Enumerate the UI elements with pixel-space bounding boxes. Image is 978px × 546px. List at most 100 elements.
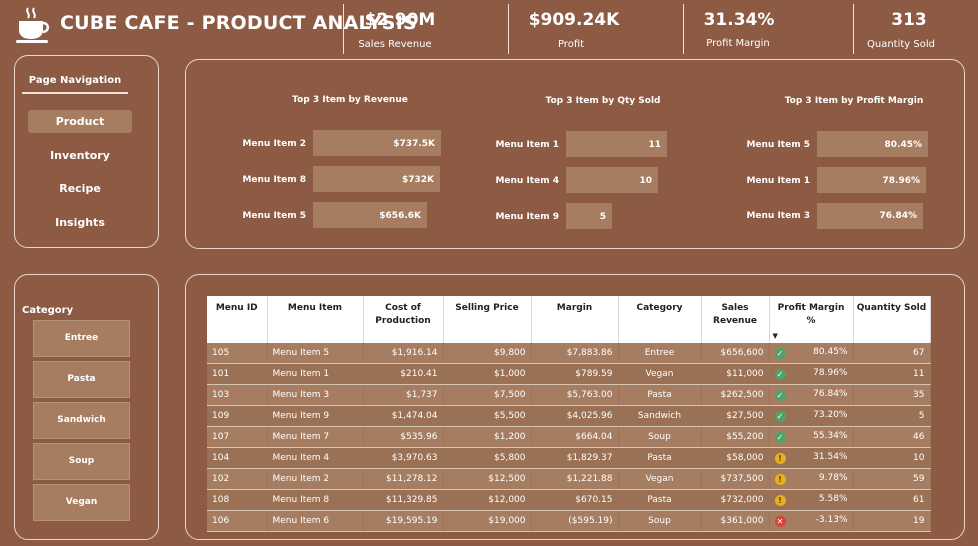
cell-menu-id: 105 bbox=[207, 343, 268, 364]
cell-menu-item: Menu Item 3 bbox=[267, 384, 364, 406]
category-pasta-button[interactable]: Pasta bbox=[33, 361, 130, 398]
table-row[interactable]: 104 Menu Item 4 $3,970.63 $5,800 $1,829.37 Pa… bbox=[207, 447, 931, 469]
cell-selling-price: $9,800 bbox=[443, 343, 532, 364]
header-divider bbox=[853, 4, 854, 54]
top3-margin-label: Menu Item 1 bbox=[746, 176, 810, 186]
category-vegan-button[interactable]: Vegan bbox=[33, 484, 130, 521]
exclamation-circle-icon: ! bbox=[774, 495, 786, 506]
category-entree-button[interactable]: Entree bbox=[33, 320, 130, 357]
nav-recipe-button[interactable]: Recipe bbox=[28, 177, 132, 200]
cell-margin: $670.15 bbox=[531, 489, 619, 511]
cell-selling-price: $12,000 bbox=[443, 489, 532, 511]
top3-qty-value: 10 bbox=[639, 176, 652, 186]
x-circle-icon: ✕ bbox=[774, 516, 786, 527]
column-header-profit-margin[interactable]: Profit Margin % ▼ bbox=[769, 296, 854, 343]
cell-category: Sandwich bbox=[618, 405, 702, 427]
table-row[interactable]: 107 Menu Item 7 $535.96 $1,200 $664.04 Soup $5… bbox=[207, 426, 931, 448]
cell-margin: $7,883.86 bbox=[531, 343, 619, 364]
cell-menu-id: 106 bbox=[207, 510, 268, 532]
cell-cost-of-production: $1,916.14 bbox=[363, 343, 444, 364]
cell-margin: $664.04 bbox=[531, 426, 619, 448]
top3-qty-value: 5 bbox=[599, 212, 606, 222]
table-header-row: Menu ID Menu Item Cost of Production Sel… bbox=[207, 296, 931, 343]
cell-cost-of-production: $11,278.12 bbox=[363, 468, 444, 490]
nav-insights-button[interactable]: Insights bbox=[28, 211, 132, 234]
table-row[interactable]: 102 Menu Item 2 $11,278.12 $12,500 $1,221.88… bbox=[207, 468, 931, 490]
cell-quantity-sold: 5 bbox=[853, 405, 931, 427]
cell-margin: $789.59 bbox=[531, 363, 619, 385]
cell-selling-price: $19,000 bbox=[443, 510, 532, 532]
cell-profit-margin: ! 31.54% bbox=[769, 447, 854, 469]
check-circle-icon: ✓ bbox=[774, 411, 786, 422]
profit-margin-value: 31.54% bbox=[813, 452, 848, 462]
top3-margin-label: Menu Item 5 bbox=[746, 140, 810, 150]
cell-menu-item: Menu Item 7 bbox=[267, 426, 364, 448]
cell-menu-id: 104 bbox=[207, 447, 268, 469]
profit-margin-value: 5.58% bbox=[818, 494, 848, 504]
profit-margin-value: 80.45% bbox=[813, 347, 848, 357]
cell-sales-revenue: $11,000 bbox=[701, 363, 770, 385]
cell-margin: ($595.19) bbox=[531, 510, 619, 532]
sort-descending-icon[interactable]: ▼ bbox=[773, 330, 850, 343]
kpi-profit-margin-value: 31.34% bbox=[703, 10, 775, 30]
cell-category: Soup bbox=[618, 510, 702, 532]
column-header-menu-id[interactable]: Menu ID bbox=[207, 296, 268, 343]
category-sandwich-button[interactable]: Sandwich bbox=[33, 402, 130, 439]
column-header-profit-margin-label: Profit Margin % bbox=[777, 303, 845, 326]
top3-revenue-value: $737.5K bbox=[393, 139, 435, 149]
cell-sales-revenue: $361,000 bbox=[701, 510, 770, 532]
cell-quantity-sold: 67 bbox=[853, 343, 931, 364]
cell-menu-id: 107 bbox=[207, 426, 268, 448]
top3-revenue-value: $732K bbox=[401, 175, 434, 185]
cell-category: Soup bbox=[618, 426, 702, 448]
profit-margin-value: 9.78% bbox=[818, 473, 848, 483]
header-divider bbox=[683, 4, 684, 54]
product-table: Menu ID Menu Item Cost of Production Sel… bbox=[207, 296, 931, 532]
cell-selling-price: $5,500 bbox=[443, 405, 532, 427]
cell-sales-revenue: $737,500 bbox=[701, 468, 770, 490]
cell-cost-of-production: $19,595.19 bbox=[363, 510, 444, 532]
cell-sales-revenue: $262,500 bbox=[701, 384, 770, 406]
cell-quantity-sold: 59 bbox=[853, 468, 931, 490]
cell-sales-revenue: $27,500 bbox=[701, 405, 770, 427]
cell-sales-revenue: $58,000 bbox=[701, 447, 770, 469]
nav-inventory-button[interactable]: Inventory bbox=[28, 144, 132, 167]
column-header-margin[interactable]: Margin bbox=[531, 296, 619, 343]
cell-margin: $1,221.88 bbox=[531, 468, 619, 490]
profit-margin-value: 73.20% bbox=[813, 410, 848, 420]
cell-sales-revenue: $55,200 bbox=[701, 426, 770, 448]
table-row[interactable]: 101 Menu Item 1 $210.41 $1,000 $789.59 Vegan $… bbox=[207, 363, 931, 385]
cell-cost-of-production: $1,737 bbox=[363, 384, 444, 406]
top3-revenue-label: Menu Item 2 bbox=[242, 139, 306, 149]
cell-menu-id: 102 bbox=[207, 468, 268, 490]
table-row[interactable]: 109 Menu Item 9 $1,474.04 $5,500 $4,025.96 Sa… bbox=[207, 405, 931, 427]
table-row[interactable]: 108 Menu Item 8 $11,329.85 $12,000 $670.15 Pa… bbox=[207, 489, 931, 511]
category-soup-button[interactable]: Soup bbox=[33, 443, 130, 480]
column-header-category[interactable]: Category bbox=[618, 296, 702, 343]
table-row[interactable]: 103 Menu Item 3 $1,737 $7,500 $5,763.00 Pasta… bbox=[207, 384, 931, 406]
top3-margin-title: Top 3 Item by Profit Margin bbox=[784, 96, 924, 106]
column-header-quantity-sold[interactable]: Quantity Sold bbox=[853, 296, 931, 343]
header-divider bbox=[343, 4, 344, 54]
check-circle-icon: ✓ bbox=[774, 390, 786, 401]
top3-margin-value: 76.84% bbox=[879, 211, 918, 221]
table-row[interactable]: 105 Menu Item 5 $1,916.14 $9,800 $7,883.86 En… bbox=[207, 343, 931, 364]
cell-profit-margin: ✓ 76.84% bbox=[769, 384, 854, 406]
top3-qty-title: Top 3 Item by Qty Sold bbox=[545, 96, 661, 106]
cell-margin: $5,763.00 bbox=[531, 384, 619, 406]
cell-menu-id: 101 bbox=[207, 363, 268, 385]
cell-profit-margin: ✓ 73.20% bbox=[769, 405, 854, 427]
column-header-menu-item[interactable]: Menu Item bbox=[267, 296, 364, 343]
profit-margin-value: 55.34% bbox=[813, 431, 848, 441]
profit-margin-value: 76.84% bbox=[813, 389, 848, 399]
cell-sales-revenue: $656,600 bbox=[701, 343, 770, 364]
column-header-sales-revenue[interactable]: Sales Revenue bbox=[701, 296, 770, 343]
cell-category: Vegan bbox=[618, 363, 702, 385]
column-header-cost-of-production[interactable]: Cost of Production bbox=[363, 296, 444, 343]
nav-product-button[interactable]: Product bbox=[28, 110, 132, 133]
cell-selling-price: $5,800 bbox=[443, 447, 532, 469]
exclamation-circle-icon: ! bbox=[774, 453, 786, 464]
column-header-selling-price[interactable]: Selling Price bbox=[443, 296, 532, 343]
cell-menu-id: 103 bbox=[207, 384, 268, 406]
table-row[interactable]: 106 Menu Item 6 $19,595.19 $19,000 ($595.19)… bbox=[207, 510, 931, 532]
